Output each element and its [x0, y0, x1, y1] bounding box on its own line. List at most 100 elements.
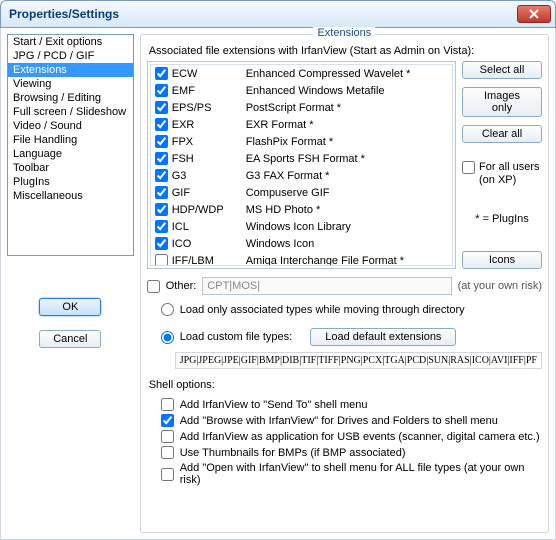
- right-column: Select all Images only Clear all For all…: [462, 61, 542, 269]
- cancel-button[interactable]: Cancel: [39, 330, 101, 348]
- nav-item[interactable]: PlugIns: [8, 175, 133, 189]
- extension-checkbox[interactable]: [155, 101, 168, 114]
- radio-assoc-only-input[interactable]: [161, 303, 174, 316]
- nav-item[interactable]: Viewing: [8, 77, 133, 91]
- extension-checkbox[interactable]: [155, 152, 168, 165]
- extension-desc: Windows Icon Library: [246, 221, 448, 233]
- extension-code: HDP/WDP: [172, 204, 242, 216]
- extension-checkbox[interactable]: [155, 186, 168, 199]
- extension-item[interactable]: FSH EA Sports FSH Format *: [151, 150, 452, 167]
- extension-desc: MS HD Photo *: [246, 204, 448, 216]
- shell-option[interactable]: Add IrfanView to "Send To" shell menu: [161, 398, 542, 411]
- extension-item[interactable]: HDP/WDP MS HD Photo *: [151, 201, 452, 218]
- extension-checkbox[interactable]: [155, 118, 168, 131]
- nav-list[interactable]: Start / Exit optionsJPG / PCD / GIFExten…: [7, 34, 134, 256]
- extension-code: ICL: [172, 221, 242, 233]
- extension-code: FSH: [172, 153, 242, 165]
- nav-item[interactable]: Full screen / Slideshow: [8, 105, 133, 119]
- extension-checkbox[interactable]: [155, 237, 168, 250]
- extension-code: GIF: [172, 187, 242, 199]
- extension-item[interactable]: EXR EXR Format *: [151, 116, 452, 133]
- extension-desc: Enhanced Windows Metafile: [246, 85, 448, 97]
- shell-option[interactable]: Use Thumbnails for BMPs (if BMP associat…: [161, 446, 542, 459]
- sidebar-buttons: OK Cancel: [7, 298, 134, 348]
- shell-checkbox[interactable]: [161, 446, 174, 459]
- shell-option-label: Add IrfanView as application for USB eve…: [180, 431, 540, 443]
- extension-item[interactable]: EMFEnhanced Windows Metafile: [151, 82, 452, 99]
- extension-item[interactable]: GIFCompuserve GIF: [151, 184, 452, 201]
- close-icon: [529, 9, 539, 19]
- shell-checkbox[interactable]: [161, 430, 174, 443]
- extension-checkbox[interactable]: [155, 254, 168, 266]
- extension-item[interactable]: EPS/PSPostScript Format *: [151, 99, 452, 116]
- for-all-users-label: For all users (on XP): [479, 161, 542, 187]
- extension-desc: EXR Format *: [246, 119, 448, 131]
- extension-desc: Windows Icon: [246, 238, 448, 250]
- radio-assoc-only-label: Load only associated types while moving …: [180, 304, 465, 316]
- ok-button[interactable]: OK: [39, 298, 101, 316]
- extension-checkbox[interactable]: [155, 135, 168, 148]
- close-button[interactable]: [517, 5, 551, 23]
- nav-item[interactable]: File Handling: [8, 133, 133, 147]
- window-title: Properties/Settings: [9, 7, 517, 21]
- images-only-button[interactable]: Images only: [462, 87, 542, 117]
- shell-checkbox[interactable]: [161, 468, 174, 481]
- extension-checkbox[interactable]: [155, 220, 168, 233]
- nav-item[interactable]: Miscellaneous: [8, 189, 133, 203]
- nav-item[interactable]: Browsing / Editing: [8, 91, 133, 105]
- for-all-users-check[interactable]: For all users (on XP): [462, 161, 542, 187]
- extension-desc: EA Sports FSH Format *: [246, 153, 448, 165]
- icons-button[interactable]: Icons: [462, 251, 542, 269]
- extension-code: EXR: [172, 119, 242, 131]
- shell-checkbox[interactable]: [161, 414, 174, 427]
- for-all-users-checkbox[interactable]: [462, 161, 475, 174]
- extension-checkbox[interactable]: [155, 169, 168, 182]
- shell-option[interactable]: Add "Open with IrfanView" to shell menu …: [161, 462, 542, 486]
- extension-item[interactable]: ECWEnhanced Compressed Wavelet *: [151, 65, 452, 82]
- shell-option[interactable]: Add IrfanView as application for USB eve…: [161, 430, 542, 443]
- extension-item[interactable]: G3 G3 FAX Format *: [151, 167, 452, 184]
- extension-code: IFF/LBM: [172, 255, 242, 267]
- extensions-row: ECWEnhanced Compressed Wavelet *EMFEnhan…: [147, 61, 542, 269]
- titlebar[interactable]: Properties/Settings: [0, 0, 556, 28]
- main-panel: Extensions Associated file extensions wi…: [140, 34, 549, 533]
- extension-item[interactable]: ICL Windows Icon Library: [151, 218, 452, 235]
- extension-checkbox[interactable]: [155, 67, 168, 80]
- nav-item[interactable]: Video / Sound: [8, 119, 133, 133]
- nav-item[interactable]: Language: [8, 147, 133, 161]
- extension-desc: G3 FAX Format *: [246, 170, 448, 182]
- extension-code: ECW: [172, 68, 242, 80]
- radio-custom-input[interactable]: [161, 331, 174, 344]
- group-title: Extensions: [313, 27, 375, 39]
- shell-options: Add IrfanView to "Send To" shell menu Add…: [147, 395, 542, 489]
- nav-item[interactable]: JPG / PCD / GIF: [8, 49, 133, 63]
- sidebar: Start / Exit optionsJPG / PCD / GIFExten…: [7, 34, 134, 533]
- extension-item[interactable]: IFF/LBMAmiga Interchange File Format *: [151, 252, 452, 266]
- radio-custom[interactable]: Load custom file types: Load default ext…: [161, 328, 542, 346]
- extension-checkbox[interactable]: [155, 203, 168, 216]
- clear-all-button[interactable]: Clear all: [462, 125, 542, 143]
- extensions-list[interactable]: ECWEnhanced Compressed Wavelet *EMFEnhan…: [150, 64, 453, 266]
- custom-types-box[interactable]: JPG|JPEG|JPE|GIF|BMP|DIB|TIF|TIFF|PNG|PC…: [175, 352, 542, 369]
- extensions-group: Extensions Associated file extensions wi…: [140, 34, 549, 533]
- dialog-body: Start / Exit optionsJPG / PCD / GIFExten…: [0, 28, 556, 540]
- radio-assoc-only[interactable]: Load only associated types while moving …: [161, 303, 542, 316]
- load-default-button[interactable]: Load default extensions: [310, 328, 456, 346]
- extension-code: G3: [172, 170, 242, 182]
- select-all-button[interactable]: Select all: [462, 61, 542, 79]
- shell-checkbox[interactable]: [161, 398, 174, 411]
- extension-item[interactable]: ICOWindows Icon: [151, 235, 452, 252]
- other-label: Other:: [166, 280, 197, 292]
- shell-option-label: Add "Browse with IrfanView" for Drives a…: [180, 415, 498, 427]
- extension-desc: FlashPix Format *: [246, 136, 448, 148]
- other-checkbox[interactable]: [147, 280, 160, 293]
- nav-item[interactable]: Start / Exit options: [8, 35, 133, 49]
- plugins-note: * = PlugIns: [462, 213, 542, 225]
- nav-item[interactable]: Toolbar: [8, 161, 133, 175]
- shell-option[interactable]: Add "Browse with IrfanView" for Drives a…: [161, 414, 542, 427]
- extension-item[interactable]: FPXFlashPix Format *: [151, 133, 452, 150]
- other-input[interactable]: [202, 277, 451, 295]
- extension-desc: PostScript Format *: [246, 102, 448, 114]
- nav-item[interactable]: Extensions: [8, 63, 133, 77]
- extension-checkbox[interactable]: [155, 84, 168, 97]
